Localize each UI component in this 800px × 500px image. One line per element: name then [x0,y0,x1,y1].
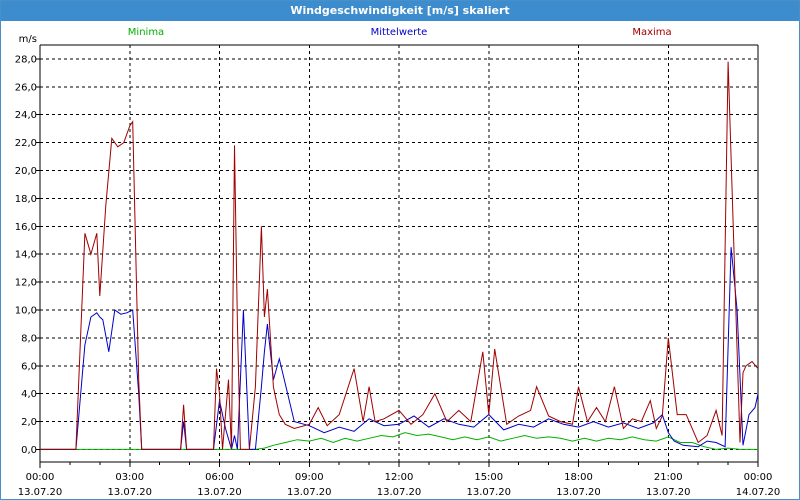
chart-window: Windgeschwindigkeit [m/s] skaliert 0,0 2,… [0,0,800,500]
x-tick-time-label: 18:00 [564,472,593,483]
x-tick-date-label: 13.07.20 [18,487,63,498]
y-tick-label: 2,0 [21,417,37,428]
y-tick-label: 24,0 [15,110,37,121]
window-title: Windgeschwindigkeit [m/s] skaliert [1,1,799,21]
y-tick-label: 0,0 [21,445,37,456]
legend-entry-mean: Mittelwerte [371,27,428,38]
x-tick-time-label: 03:00 [115,472,144,483]
x-tick-date-label: 13.07.20 [377,487,422,498]
x-tick-date-label: 13.07.20 [646,487,691,498]
y-tick-label: 12,0 [15,278,37,289]
y-tick-label: 26,0 [15,82,37,93]
y-tick-label: 14,0 [15,250,37,261]
x-tick-time-label: 21:00 [654,472,683,483]
x-tick-date-label: 13.07.20 [556,487,601,498]
y-tick-label: 10,0 [15,305,37,316]
x-tick-date-label: 13.07.20 [287,487,332,498]
x-tick-date-label: 13.07.20 [197,487,242,498]
x-axis-ticks: 00:00 13.07.20 03:00 13.07.20 06:00 13.07.20 0… [18,462,781,498]
y-axis-ticks: 0,0 2,0 4,0 6,0 8,0 10,0 12,0 14,0 16,0 18,0 20,0 2… [15,54,40,456]
y-tick-label: 6,0 [21,361,37,372]
y-tick-label: 20,0 [15,166,37,177]
x-tick-date-label: 13.07.20 [107,487,152,498]
x-tick-time-label: 06:00 [205,472,234,483]
x-tick-date-label: 13.07.20 [466,487,511,498]
y-tick-label: 28,0 [15,54,37,65]
y-tick-label: 4,0 [21,389,37,400]
y-tick-label: 22,0 [15,138,37,149]
x-tick-date-label: 14.07.20 [736,487,781,498]
x-tick-time-label: 00:00 [744,472,773,483]
y-axis-unit-label: m/s [19,34,37,45]
x-tick-time-label: 15:00 [474,472,503,483]
y-tick-label: 18,0 [15,194,37,205]
legend-entry-min: Minima [128,27,164,38]
y-tick-label: 16,0 [15,222,37,233]
chart-legend: Minima Mittelwerte Maxima [128,27,672,38]
x-tick-time-label: 09:00 [295,472,324,483]
wind-speed-chart: 0,0 2,0 4,0 6,0 8,0 10,0 12,0 14,0 16,0 18,0 20,0 2… [15,27,781,498]
x-tick-time-label: 00:00 [26,472,55,483]
y-tick-label: 8,0 [21,333,37,344]
x-tick-time-label: 12:00 [385,472,414,483]
legend-entry-max: Maxima [632,27,671,38]
